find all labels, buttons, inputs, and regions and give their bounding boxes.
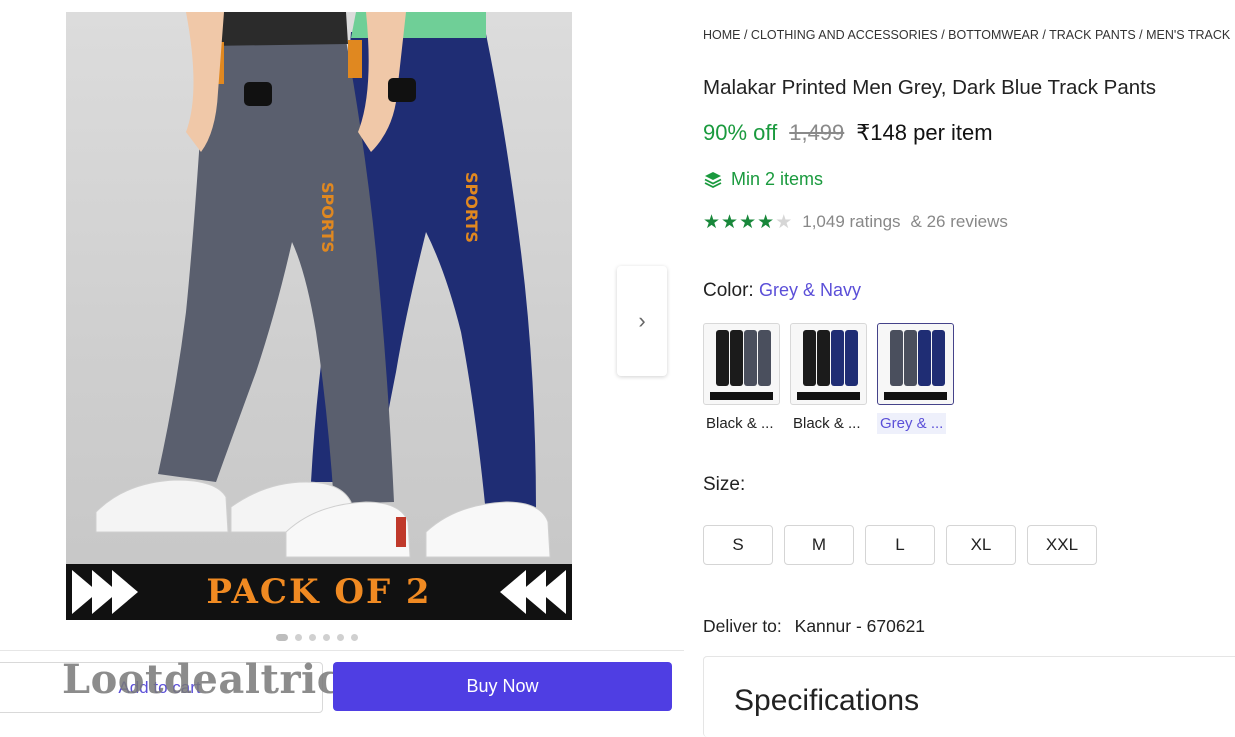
thumbnail-leg: [716, 330, 729, 386]
size-options: S M L XL XXL: [703, 525, 1097, 565]
star-filled-icon: ★: [757, 211, 775, 233]
gallery-dot[interactable]: [295, 634, 302, 641]
banner-chevrons-right: [500, 564, 566, 620]
gallery-dot[interactable]: [337, 634, 344, 641]
thumbnail-leg: [744, 330, 757, 386]
size-option-l[interactable]: L: [865, 525, 935, 565]
color-option[interactable]: Grey & ...: [877, 323, 954, 434]
gallery-dot[interactable]: [276, 634, 288, 641]
sale-price: ₹148 per item: [856, 120, 993, 145]
thumbnail-leg: [817, 330, 830, 386]
thumbnail-leg: [803, 330, 816, 386]
banner-chevrons-left: [72, 564, 138, 620]
chevron-right-icon: ›: [638, 308, 646, 333]
star-filled-icon: ★: [739, 211, 757, 233]
sports-print-grey: SPORTS: [318, 182, 337, 253]
reviews-count: & 26 reviews: [910, 212, 1008, 231]
breadcrumb[interactable]: HOME / CLOTHING AND ACCESSORIES / BOTTOM…: [703, 28, 1235, 42]
color-options: Black & ... Black & ... Grey & ...: [703, 323, 954, 434]
thumbnail-banner: [884, 392, 947, 400]
thumbnail-banner: [710, 392, 773, 400]
gallery-dots: [276, 634, 358, 641]
discount-percent: 90% off: [703, 120, 778, 145]
layers-icon: [704, 171, 722, 188]
color-label: Color:: [703, 280, 754, 301]
sports-print-navy: SPORTS: [462, 172, 481, 243]
color-option-label: Black & ...: [793, 415, 861, 432]
color-heading: Color: Grey & Navy: [703, 280, 861, 302]
color-option-label: Grey & ...: [877, 413, 947, 434]
thumbnail-leg: [730, 330, 743, 386]
color-option-thumbnail: [790, 323, 867, 405]
size-option-xxl[interactable]: XXL: [1027, 525, 1097, 565]
specifications-title: Specifications: [734, 684, 920, 717]
gallery-dot[interactable]: [323, 634, 330, 641]
star-empty-icon: ★: [775, 211, 793, 233]
product-title: Malakar Printed Men Grey, Dark Blue Trac…: [703, 76, 1157, 99]
ratings-count: 1,049 ratings: [802, 212, 901, 231]
min-items-text: Min 2 items: [731, 169, 824, 189]
deliver-location[interactable]: Kannur - 670621: [795, 616, 925, 636]
gallery-dot[interactable]: [309, 634, 316, 641]
gallery-dot[interactable]: [351, 634, 358, 641]
star-filled-icon: ★: [703, 211, 721, 233]
thumbnail-leg: [932, 330, 945, 386]
star-rating: ★ ★ ★ ★ ★: [703, 213, 792, 232]
deliver-label: Deliver to:: [703, 616, 782, 636]
color-option-thumbnail: [703, 323, 780, 405]
buy-now-label: Buy Now: [466, 676, 539, 696]
thumbnail-leg: [831, 330, 844, 386]
thumbnail-leg: [918, 330, 931, 386]
min-items-row: Min 2 items: [703, 169, 823, 190]
rating-row[interactable]: ★ ★ ★ ★ ★ 1,049 ratings & 26 reviews: [703, 212, 1008, 232]
color-option[interactable]: Black & ...: [703, 323, 780, 434]
thumbnail-leg: [758, 330, 771, 386]
original-price: 1,499: [789, 120, 845, 145]
color-selected-value: Grey & Navy: [758, 280, 861, 300]
size-option-s[interactable]: S: [703, 525, 773, 565]
pack-banner-text: PACK OF 2: [206, 572, 432, 612]
star-filled-icon: ★: [721, 211, 739, 233]
size-label: Size:: [703, 474, 746, 495]
thumbnail-leg: [890, 330, 903, 386]
thumbnail-leg: [845, 330, 858, 386]
buy-now-button[interactable]: Buy Now: [333, 662, 672, 711]
thumbnail-banner: [797, 392, 860, 400]
thumbnail-leg: [904, 330, 917, 386]
gallery-next-button[interactable]: ›: [617, 266, 667, 376]
pack-banner: PACK OF 2: [66, 564, 572, 620]
color-option[interactable]: Black & ...: [790, 323, 867, 434]
deliver-to: Deliver to: Kannur - 670621: [703, 616, 925, 637]
price-row: 90% off 1,499 ₹148 per item: [703, 120, 993, 146]
product-image[interactable]: SPORTS SPORTS PACK OF 2: [66, 12, 572, 620]
track-pants-illustration: SPORTS SPORTS: [95, 12, 551, 558]
action-divider: [0, 650, 684, 651]
size-option-m[interactable]: M: [784, 525, 854, 565]
size-option-xl[interactable]: XL: [946, 525, 1016, 565]
color-option-label: Black & ...: [706, 415, 774, 432]
color-option-thumbnail: [877, 323, 954, 405]
